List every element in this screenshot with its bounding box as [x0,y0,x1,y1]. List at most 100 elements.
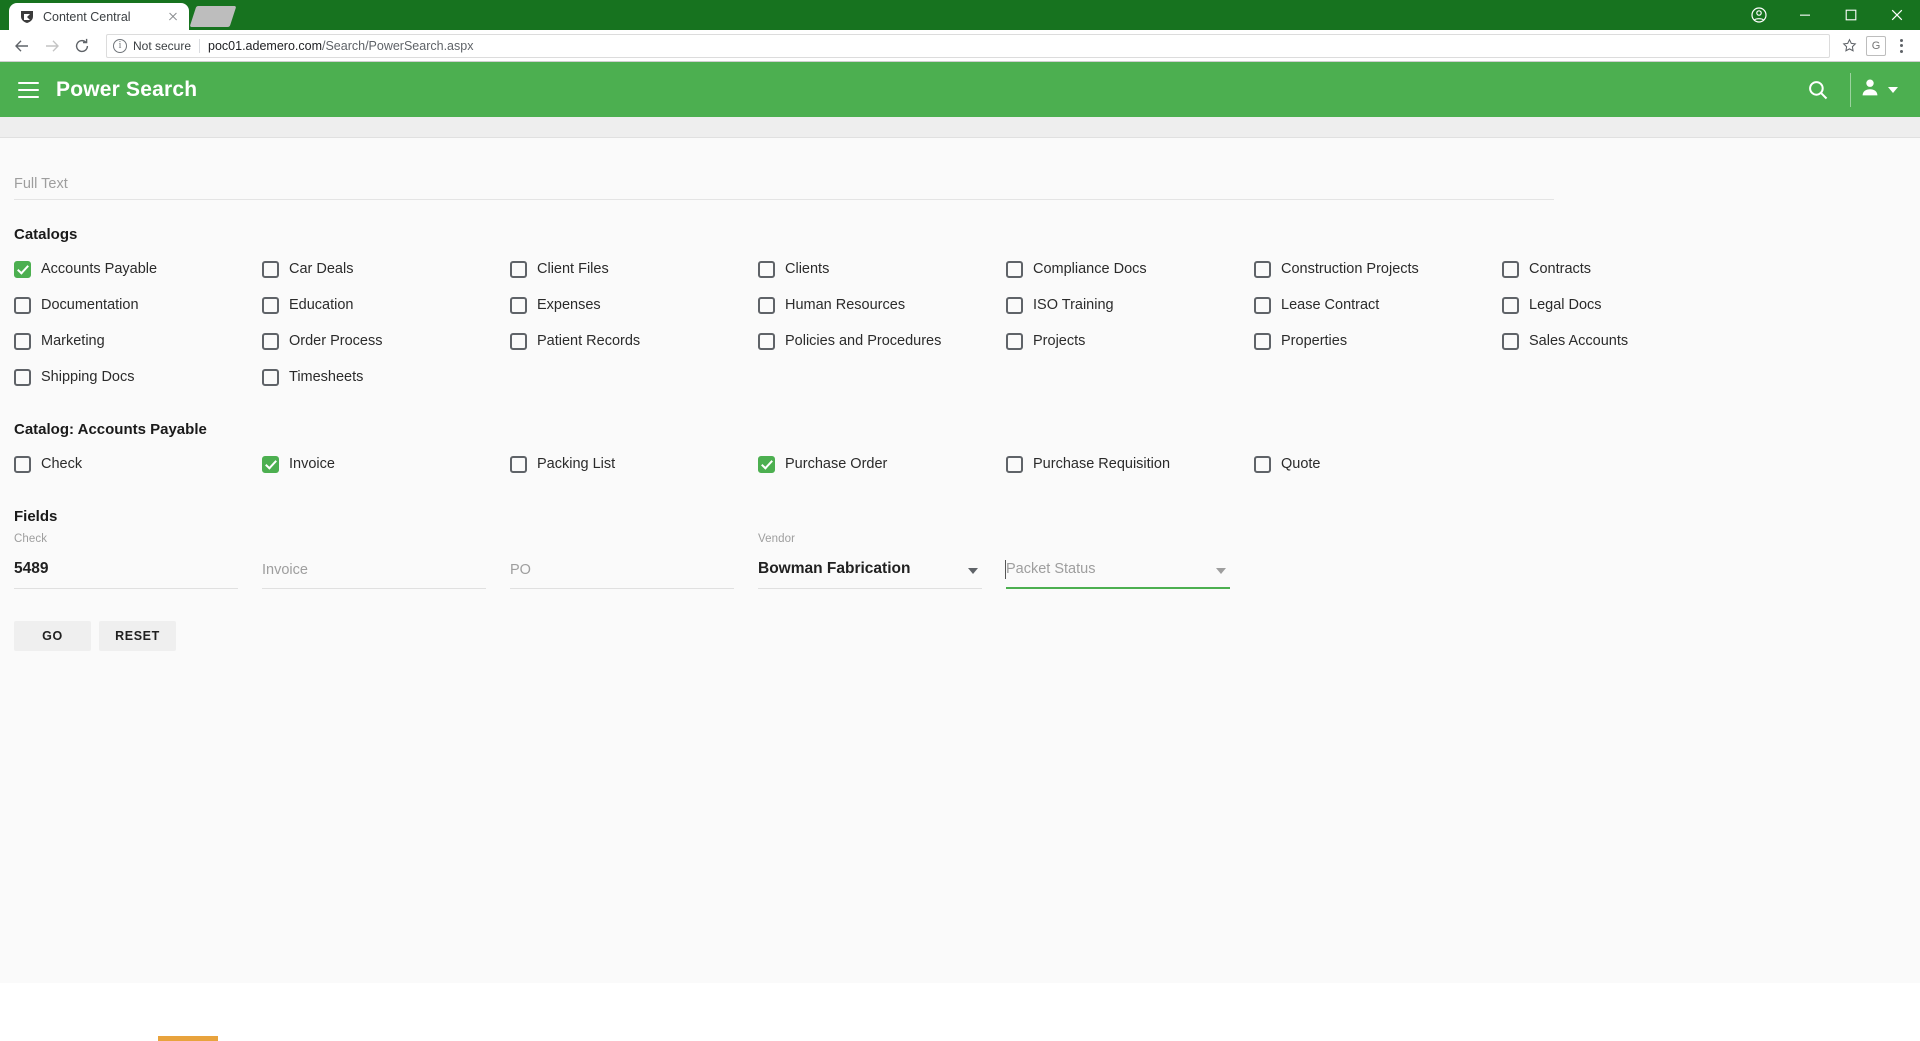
search-form: Catalogs Accounts Payable Car Deals Client… [0,138,1920,983]
checkbox-label: Purchase Requisition [1033,456,1171,472]
doctype-checkbox-purchase-requisition[interactable]: Purchase Requisition [1006,446,1254,482]
minimize-icon[interactable] [1782,0,1828,30]
catalog-checkbox-legal-docs[interactable]: Legal Docs [1502,287,1750,323]
doctype-checkbox-purchase-order[interactable]: Purchase Order [758,446,1006,482]
user-menu[interactable] [1859,76,1902,103]
go-button[interactable]: GO [14,621,91,651]
checkbox-unchecked-icon[interactable] [1006,455,1023,473]
browser-toolbar: i Not secure poc01.ademero.com/Search/Po… [0,30,1920,62]
checkbox-unchecked-icon[interactable] [262,260,279,278]
field-po[interactable]: PO [510,533,758,589]
catalog-checkbox-timesheets[interactable]: Timesheets [262,359,510,395]
checkbox-unchecked-icon[interactable] [1006,260,1023,278]
checkbox-unchecked-icon[interactable] [1254,260,1271,278]
catalog-checkbox-sales-accounts[interactable]: Sales Accounts [1502,323,1750,359]
field-check[interactable]: Check 5489 [14,533,262,589]
checkbox-unchecked-icon[interactable] [262,368,279,386]
back-arrow-icon[interactable] [8,32,36,60]
checkbox-checked-icon[interactable] [262,455,279,473]
checkbox-unchecked-icon[interactable] [14,296,31,314]
catalog-checkbox-construction-projects[interactable]: Construction Projects [1254,251,1502,287]
browser-tab[interactable]: Content Central [9,3,189,30]
fulltext-search-input[interactable] [14,168,1554,200]
url-host: poc01.ademero.com [208,38,322,53]
catalog-checkbox-properties[interactable]: Properties [1254,323,1502,359]
catalog-checkbox-lease-contract[interactable]: Lease Contract [1254,287,1502,323]
checkbox-label: Human Resources [785,297,906,313]
catalog-checkbox-clients[interactable]: Clients [758,251,1006,287]
catalog-checkbox-client-files[interactable]: Client Files [510,251,758,287]
checkbox-checked-icon[interactable] [14,260,31,278]
checkbox-unchecked-icon[interactable] [1502,332,1519,350]
checkbox-unchecked-icon[interactable] [1254,455,1271,473]
new-tab-icon[interactable] [189,6,237,27]
field-underline [1006,587,1230,589]
address-bar[interactable]: i Not secure poc01.ademero.com/Search/Po… [106,33,1830,58]
catalog-checkbox-patient-records[interactable]: Patient Records [510,323,758,359]
checkbox-unchecked-icon[interactable] [510,296,527,314]
field-underline [510,588,734,589]
catalog-checkbox-human-resources[interactable]: Human Resources [758,287,1006,323]
field-packet-status[interactable]: Packet Status [1005,533,1254,589]
field-underline [758,588,982,589]
checkbox-unchecked-icon[interactable] [758,260,775,278]
account-icon[interactable] [1736,0,1782,30]
catalog-checkbox-accounts-payable[interactable]: Accounts Payable [14,251,262,287]
checkbox-unchecked-icon[interactable] [14,455,31,473]
checkbox-label: Marketing [41,333,105,349]
doctype-checkbox-quote[interactable]: Quote [1254,446,1502,482]
catalog-checkbox-marketing[interactable]: Marketing [14,323,262,359]
checkbox-label: Quote [1281,456,1321,472]
checkbox-unchecked-icon[interactable] [262,332,279,350]
search-icon[interactable] [1794,62,1842,117]
doctype-checkbox-check[interactable]: Check [14,446,262,482]
catalog-checkbox-shipping-docs[interactable]: Shipping Docs [14,359,262,395]
checkbox-unchecked-icon[interactable] [510,455,527,473]
checkbox-unchecked-icon[interactable] [1006,296,1023,314]
catalog-checkbox-education[interactable]: Education [262,287,510,323]
checkbox-unchecked-icon[interactable] [758,296,775,314]
checkbox-unchecked-icon[interactable] [1254,332,1271,350]
doctype-checkbox-packing-list[interactable]: Packing List [510,446,758,482]
catalog-checkbox-projects[interactable]: Projects [1006,323,1254,359]
checkbox-label: Patient Records [537,333,641,349]
chevron-down-icon[interactable] [968,568,978,574]
checkbox-label: Documentation [41,297,139,313]
field-vendor[interactable]: Vendor Bowman Fabrication [758,533,1006,589]
catalog-checkbox-order-process[interactable]: Order Process [262,323,510,359]
checkbox-unchecked-icon[interactable] [510,332,527,350]
checkbox-unchecked-icon[interactable] [262,296,279,314]
checkbox-unchecked-icon[interactable] [14,332,31,350]
reset-button[interactable]: RESET [99,621,176,651]
catalog-checkbox-expenses[interactable]: Expenses [510,287,758,323]
checkbox-label: Properties [1281,333,1348,349]
doctype-checkbox-invoice[interactable]: Invoice [262,446,510,482]
checkbox-unchecked-icon[interactable] [1006,332,1023,350]
field-inner: Packet Status [1005,533,1230,589]
profile-avatar[interactable]: G [1866,35,1886,56]
catalog-checkbox-contracts[interactable]: Contracts [1502,251,1750,287]
chevron-down-icon[interactable] [1216,568,1226,574]
window-close-icon[interactable] [1874,0,1920,30]
checkbox-unchecked-icon[interactable] [1502,260,1519,278]
checkbox-unchecked-icon[interactable] [510,260,527,278]
field-invoice[interactable]: Invoice [262,533,510,589]
checkbox-unchecked-icon[interactable] [758,332,775,350]
checkbox-unchecked-icon[interactable] [1502,296,1519,314]
reload-icon[interactable] [68,32,96,60]
catalog-checkbox-compliance-docs[interactable]: Compliance Docs [1006,251,1254,287]
kebab-menu-icon[interactable] [1890,35,1912,57]
catalog-checkbox-policies-and-procedures[interactable]: Policies and Procedures [758,323,1006,359]
close-icon[interactable] [165,9,181,25]
catalog-checkbox-iso-training[interactable]: ISO Training [1006,287,1254,323]
star-icon[interactable] [1838,35,1860,57]
url-path: /Search/PowerSearch.aspx [321,38,474,53]
info-circle-icon[interactable]: i [113,38,127,53]
maximize-icon[interactable] [1828,0,1874,30]
hamburger-menu-icon[interactable] [0,62,56,117]
checkbox-checked-icon[interactable] [758,455,775,473]
checkbox-unchecked-icon[interactable] [14,368,31,386]
catalog-checkbox-car-deals[interactable]: Car Deals [262,251,510,287]
catalog-checkbox-documentation[interactable]: Documentation [14,287,262,323]
checkbox-unchecked-icon[interactable] [1254,296,1271,314]
